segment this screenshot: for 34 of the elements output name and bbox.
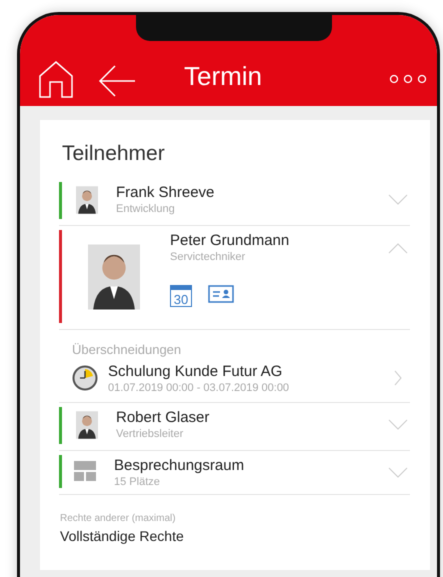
rights-label: Rechte anderer (maximal) [60, 513, 177, 524]
avatar-icon [76, 411, 98, 439]
back-arrow-icon[interactable] [98, 64, 136, 98]
participant-name: Besprechungsraum [114, 457, 246, 474]
participant-role: Entwicklung [116, 203, 176, 215]
section-heading: Teilnehmer [61, 142, 166, 167]
rights-value: Vollständige Rechte [60, 528, 185, 544]
overlap-title: Schulung Kunde Futur AG [108, 363, 284, 380]
screen-title: Termin [183, 61, 264, 93]
overlap-time: 01.07.2019 00:00 - 03.07.2019 00:00 [108, 382, 290, 394]
chevron-right-icon[interactable] [394, 370, 402, 386]
overlap-row[interactable]: Schulung Kunde Futur AG 01.07.2019 00:00 - 03.07.2019 00:00 [59, 361, 410, 403]
chevron-icon[interactable] [388, 242, 408, 254]
chevron-icon[interactable] [388, 194, 408, 206]
clock-icon [72, 364, 98, 390]
participant-name: Robert Glaser [116, 409, 210, 426]
room-icon [74, 461, 96, 481]
participant-name: Peter Grundmann [170, 232, 290, 249]
contact-card-icon[interactable] [208, 285, 234, 303]
home-icon[interactable] [38, 60, 74, 98]
chevron-icon[interactable] [388, 419, 408, 431]
participant-row[interactable]: Frank Shreeve Entwicklung [59, 178, 410, 226]
overlaps-heading: Überschneidungen [72, 342, 182, 357]
participant-row[interactable]: Peter Grundmann Servictechniker 30 [59, 226, 410, 330]
more-icon[interactable] [389, 74, 427, 84]
calendar-icon[interactable]: 30 [170, 285, 192, 307]
participant-role: 15 Plätze [114, 476, 161, 488]
avatar-icon [76, 186, 98, 214]
chevron-icon[interactable] [388, 467, 408, 479]
participant-row[interactable]: Besprechungsraum 15 Plätze [59, 451, 410, 495]
participant-role: Servictechniker [170, 251, 246, 263]
participant-row[interactable]: Robert Glaser Vertriebsleiter [59, 403, 410, 451]
participant-role: Vertriebsleiter [116, 428, 184, 440]
participant-name: Frank Shreeve [116, 184, 216, 201]
